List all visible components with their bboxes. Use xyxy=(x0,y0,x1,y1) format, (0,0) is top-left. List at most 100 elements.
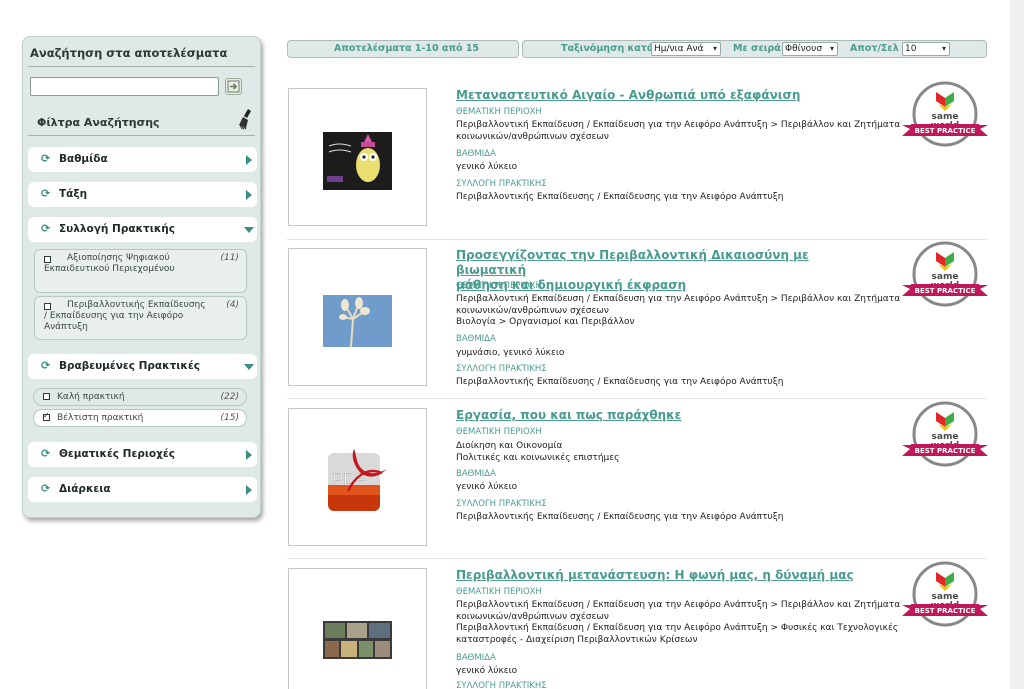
result-separator xyxy=(287,239,987,240)
checkbox-checked[interactable] xyxy=(43,411,50,421)
thematic-value: Περιβαλλοντική Εκπαίδευση / Εκπαίδευση γ… xyxy=(456,600,901,645)
collection-label: ΣΥΛΛΟΓΗ ΠΡΑΚΤΙΚΗΣ xyxy=(456,499,547,509)
chevron-right-icon xyxy=(246,190,252,200)
chevron-right-icon xyxy=(246,485,252,495)
per-page-select[interactable]: 10 ▾ xyxy=(902,42,950,56)
option-count: (22) xyxy=(220,392,239,402)
level-value: γενικό λύκειο xyxy=(456,162,518,172)
result-separator xyxy=(287,398,987,399)
svg-text:BEST PRACTICE: BEST PRACTICE xyxy=(915,287,976,295)
same-world-logo-icon: same world BEST PRACTICE xyxy=(902,401,988,467)
refresh-icon: ⟳ xyxy=(41,222,51,235)
option-count: (11) xyxy=(220,253,239,263)
filter-option-digital-content[interactable]: Αξιοποίησης Ψηφιακού Εκπαιδευτικού Περιε… xyxy=(34,249,247,293)
option-count: (4) xyxy=(226,300,239,310)
same-world-logo-icon: same world BEST PRACTICE xyxy=(902,561,988,627)
thematic-value: Διοίκηση και Οικονομία Πολιτικές και κοιν… xyxy=(456,441,620,463)
facet-label: Βαθμίδα xyxy=(59,153,108,165)
result-thumbnail[interactable] xyxy=(288,568,427,689)
plant-photo-icon xyxy=(323,295,392,347)
chevron-right-icon xyxy=(246,155,252,165)
result-item: Περιβαλλοντική μετανάστευση: Η φωνή μας,… xyxy=(287,561,988,689)
facet-label: Συλλογή Πρακτικής xyxy=(59,223,175,235)
collection-value: Περιβαλλοντικής Εκπαίδευσης / Εκπαίδευση… xyxy=(456,192,784,202)
level-label: ΒΑΘΜΙΔΑ xyxy=(456,334,496,344)
facet-label: Θεματικές Περιοχές xyxy=(59,448,175,460)
refresh-icon: ⟳ xyxy=(41,359,51,372)
filter-option-good-practice[interactable]: Καλή πρακτική (22) xyxy=(33,388,247,406)
chevron-down-icon: ▾ xyxy=(941,44,946,53)
level-label: ΒΑΘΜΙΔΑ xyxy=(456,469,496,479)
facet-label: Τάξη xyxy=(59,188,88,200)
option-label: Αξιοποίησης Ψηφιακού Εκπαιδευτικού Περιε… xyxy=(44,253,175,274)
option-label: Καλή πρακτική xyxy=(57,392,125,402)
facet-duration[interactable]: ⟳ Διάρκεια xyxy=(28,477,257,502)
result-title-link[interactable]: Μεταναστευτικό Αιγαίο - Ανθρωπιά υπό εξα… xyxy=(456,88,876,103)
option-count: (15) xyxy=(220,413,239,423)
search-go-button[interactable] xyxy=(225,78,242,95)
collection-label: ΣΥΛΛΟΓΗ ΠΡΑΚΤΙΚΗΣ xyxy=(456,179,547,189)
per-page-label: Αποτ/Σελ xyxy=(850,43,899,54)
owl-drawing-icon xyxy=(323,132,392,190)
thematic-label: ΘΕΜΑΤΙΚΗ ΠΕΡΙΟΧΗ xyxy=(456,587,542,597)
checkbox[interactable] xyxy=(44,303,51,310)
checkbox[interactable] xyxy=(43,393,50,400)
facet-thematic[interactable]: ⟳ Θεματικές Περιοχές xyxy=(28,442,257,467)
result-item: Προσεγγίζοντας την Περιβαλλοντική Δικαιο… xyxy=(287,241,988,397)
sort-toolbar: Ταξινόμηση κατά Ημ/νια Ανά ▾ Με σειρά Φθί… xyxy=(522,40,987,58)
facet-class[interactable]: ⟳ Τάξη xyxy=(28,182,257,207)
best-practice-badge: same world BEST PRACTICE xyxy=(902,560,988,628)
facet-collection[interactable]: ⟳ Συλλογή Πρακτικής xyxy=(28,217,257,242)
result-thumbnail[interactable] xyxy=(288,88,427,226)
filter-option-environmental[interactable]: Περιβαλλοντικής Εκπαίδευσης / Εκπαίδευση… xyxy=(34,296,247,340)
option-label: Βέλτιστη πρακτική xyxy=(57,413,144,423)
sort-label: Ταξινόμηση κατά xyxy=(561,43,654,54)
collection-value: Περιβαλλοντικής Εκπαίδευσης / Εκπαίδευση… xyxy=(456,512,784,522)
order-label: Με σειρά xyxy=(733,43,781,54)
level-label: ΒΑΘΜΙΔΑ xyxy=(456,149,496,159)
page-scroll-gutter xyxy=(1010,0,1024,689)
collection-label: ΣΥΛΛΟΓΗ ΠΡΑΚΤΙΚΗΣ xyxy=(456,364,547,374)
facet-level[interactable]: ⟳ Βαθμίδα xyxy=(28,147,257,172)
sort-by-select[interactable]: Ημ/νια Ανά ▾ xyxy=(651,42,721,56)
thematic-label: ΘΕΜΑΤΙΚΗ ΠΕΡΙΟΧΗ xyxy=(456,281,542,291)
collection-label: ΣΥΛΛΟΓΗ ΠΡΑΚΤΙΚΗΣ xyxy=(456,681,547,689)
divider xyxy=(28,135,255,136)
facet-awarded[interactable]: ⟳ Βραβευμένες Πρακτικές xyxy=(28,354,257,379)
refresh-icon: ⟳ xyxy=(41,447,51,460)
level-value: γενικό λύκειο xyxy=(456,482,518,492)
best-practice-badge: same world BEST PRACTICE xyxy=(902,400,988,468)
same-world-logo-icon: same world BEST PRACTICE xyxy=(902,81,988,147)
level-value: γενικό λύκειο xyxy=(456,666,518,676)
option-label: Περιβαλλοντικής Εκπαίδευσης / Εκπαίδευση… xyxy=(44,300,206,332)
thematic-label: ΘΕΜΑΤΙΚΗ ΠΕΡΙΟΧΗ xyxy=(456,427,542,437)
sidebar-title: Αναζήτηση στα αποτελέσματα xyxy=(30,46,228,60)
result-thumbnail[interactable]: PDF xyxy=(288,408,427,546)
thematic-value: Περιβαλλοντική Εκπαίδευση / Εκπαίδευση γ… xyxy=(456,294,901,327)
best-practice-badge: same world BEST PRACTICE xyxy=(902,240,988,308)
arrow-right-icon xyxy=(227,80,240,93)
chevron-down-icon xyxy=(244,364,254,370)
clear-filters-brush-icon[interactable] xyxy=(237,108,255,130)
svg-text:BEST PRACTICE: BEST PRACTICE xyxy=(915,127,976,135)
chevron-down-icon: ▾ xyxy=(829,44,834,53)
order-select[interactable]: Φθίνουσ ▾ xyxy=(782,42,838,56)
pdf-file-icon: PDF xyxy=(328,449,386,511)
result-thumbnail[interactable] xyxy=(288,248,427,386)
result-item: Μεταναστευτικό Αιγαίο - Ανθρωπιά υπό εξα… xyxy=(287,81,988,237)
refresh-icon: ⟳ xyxy=(41,482,51,495)
filter-option-best-practice[interactable]: Βέλτιστη πρακτική (15) xyxy=(33,409,247,427)
result-separator xyxy=(287,558,987,559)
chevron-down-icon: ▾ xyxy=(712,44,717,53)
search-input[interactable] xyxy=(30,77,219,96)
result-item: PDF Εργασία, που και πως παράχθηκε ΘΕΜΑΤ… xyxy=(287,401,988,557)
result-title-link[interactable]: Περιβαλλοντική μετανάστευση: Η φωνή μας,… xyxy=(456,568,876,583)
results-count-box: Αποτελέσματα 1-10 από 15 xyxy=(287,40,519,58)
filters-title: Φίλτρα Αναζήτησης xyxy=(37,116,160,129)
svg-text:BEST PRACTICE: BEST PRACTICE xyxy=(915,607,976,615)
checkbox[interactable] xyxy=(44,256,51,263)
collection-value: Περιβαλλοντικής Εκπαίδευσης / Εκπαίδευση… xyxy=(456,377,784,387)
same-world-logo-icon: same world BEST PRACTICE xyxy=(902,241,988,307)
result-title-link[interactable]: Εργασία, που και πως παράχθηκε xyxy=(456,408,876,423)
level-value: γυμνάσιο, γενικό λύκειο xyxy=(456,348,565,358)
